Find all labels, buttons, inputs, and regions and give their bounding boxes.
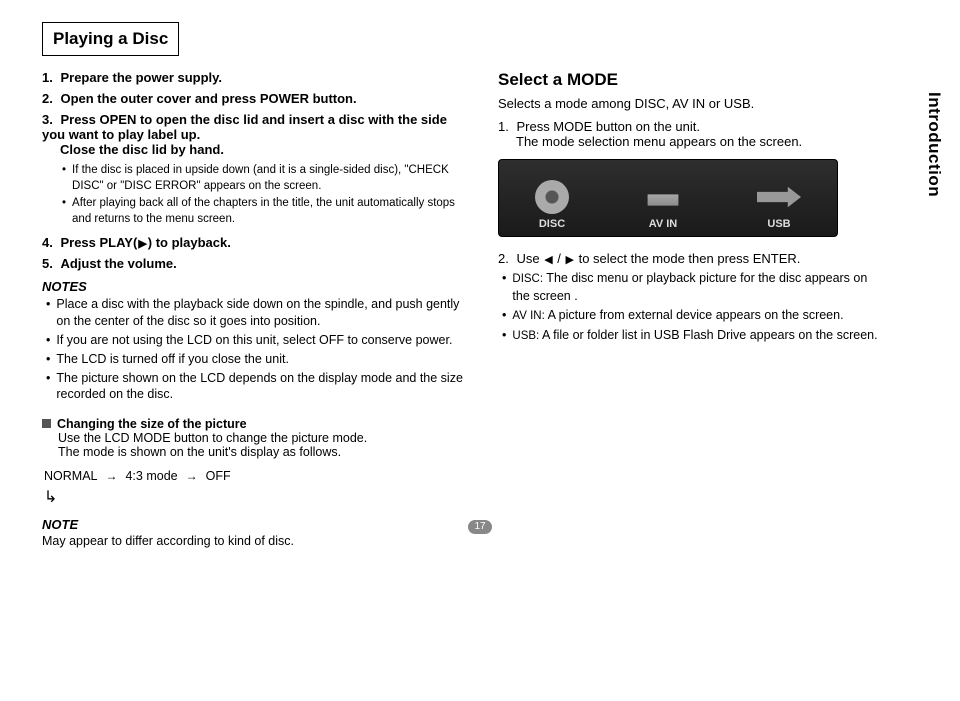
mode-description-list: DISC: The disc menu or playback picture … <box>502 270 878 344</box>
subsection-line: The mode is shown on the unit's display … <box>58 445 472 459</box>
mode-selection-screenshot: DISC AV IN USB <box>498 159 838 237</box>
flow-item: NORMAL <box>44 469 97 483</box>
step-text: Adjust the volume. <box>60 256 176 271</box>
step-num: 1. <box>498 119 509 134</box>
flow-item: OFF <box>206 469 231 483</box>
step-5: 5. Adjust the volume. <box>42 256 472 271</box>
step-1: 1. Prepare the power supply. <box>42 70 472 85</box>
mode-option-usb: USB <box>757 180 801 230</box>
step-num: 4. <box>42 235 53 250</box>
step-text: Press MODE button on the unit. <box>516 119 700 134</box>
step-text: Use ◀ / ▶ to select the mode then press … <box>516 251 800 266</box>
mode-tag: USB: <box>512 330 539 342</box>
notes-heading: NOTES <box>42 279 472 294</box>
step-3-bullets: If the disc is placed in upside down (an… <box>62 163 472 227</box>
right-heading: Select a MODE <box>498 70 878 90</box>
usb-icon <box>757 180 801 214</box>
step-text: Open the outer cover and press POWER but… <box>60 91 356 106</box>
subsection-title: Changing the size of the picture <box>42 417 472 431</box>
right-step-2: 2. Use ◀ / ▶ to select the mode then pre… <box>498 251 878 266</box>
step-text: Press OPEN to open the disc lid and inse… <box>42 112 447 142</box>
mode-option-disc: DISC <box>535 180 569 230</box>
note-heading: NOTE <box>42 517 472 532</box>
right-arrow-icon: ▶ <box>566 253 574 266</box>
step-2: 2. Open the outer cover and press POWER … <box>42 91 472 106</box>
mode-tag: DISC: <box>512 273 543 285</box>
list-item: DISC: The disc menu or playback picture … <box>502 270 878 305</box>
step-num: 5. <box>42 256 53 271</box>
step-text: Press PLAY(▶) to playback. <box>60 235 230 250</box>
list-item: After playing back all of the chapters i… <box>62 196 472 227</box>
step-num: 3. <box>42 112 53 127</box>
list-item: If the disc is placed in upside down (an… <box>62 163 472 194</box>
step-4: 4. Press PLAY(▶) to playback. <box>42 235 472 250</box>
play-icon: ▶ <box>138 237 146 250</box>
arrow-right-icon: → <box>186 469 198 483</box>
right-column: Select a MODE Selects a mode among DISC,… <box>498 70 878 548</box>
left-arrow-icon: ◀ <box>544 253 552 266</box>
step-num: 2. <box>498 251 509 266</box>
flow-item: 4:3 mode <box>125 469 177 483</box>
subsection-line: Use the LCD MODE button to change the pi… <box>58 431 472 445</box>
arrow-right-icon: → <box>105 469 117 483</box>
step-num: 2. <box>42 91 53 106</box>
list-item: The picture shown on the LCD depends on … <box>46 370 472 404</box>
mode-option-avin: AV IN <box>641 186 685 230</box>
step-text: Prepare the power supply. <box>60 70 222 85</box>
list-item: USB: A file or folder list in USB Flash … <box>502 327 878 345</box>
notes-list: Place a disc with the playback side down… <box>46 296 472 403</box>
right-step-1: 1. Press MODE button on the unit. The mo… <box>498 119 878 149</box>
mode-flow: NORMAL → 4:3 mode → OFF <box>44 469 472 483</box>
list-item: The LCD is turned off if you close the u… <box>46 351 472 368</box>
return-arrow-icon: ↳ <box>44 487 472 507</box>
list-item: Place a disc with the playback side down… <box>46 296 472 330</box>
changing-size-block: Changing the size of the picture Use the… <box>42 417 472 459</box>
av-in-icon <box>641 186 685 214</box>
disc-icon <box>535 180 569 214</box>
page-title: Playing a Disc <box>42 22 179 56</box>
note-text: May appear to differ according to kind o… <box>42 534 472 548</box>
list-item: AV IN: A picture from external device ap… <box>502 307 878 325</box>
mode-tag: AV IN: <box>512 310 544 322</box>
right-subtext: Selects a mode among DISC, AV IN or USB. <box>498 96 878 111</box>
step-3: 3. Press OPEN to open the disc lid and i… <box>42 112 472 157</box>
list-item: If you are not using the LCD on this uni… <box>46 332 472 349</box>
step-num: 1. <box>42 70 53 85</box>
step-text-close: Close the disc lid by hand. <box>60 142 472 157</box>
step-text: The mode selection menu appears on the s… <box>516 134 878 149</box>
section-tab-introduction: Introduction <box>924 92 944 197</box>
page-number: 17 <box>468 520 492 534</box>
left-column: 1. Prepare the power supply. 2. Open the… <box>42 70 472 548</box>
